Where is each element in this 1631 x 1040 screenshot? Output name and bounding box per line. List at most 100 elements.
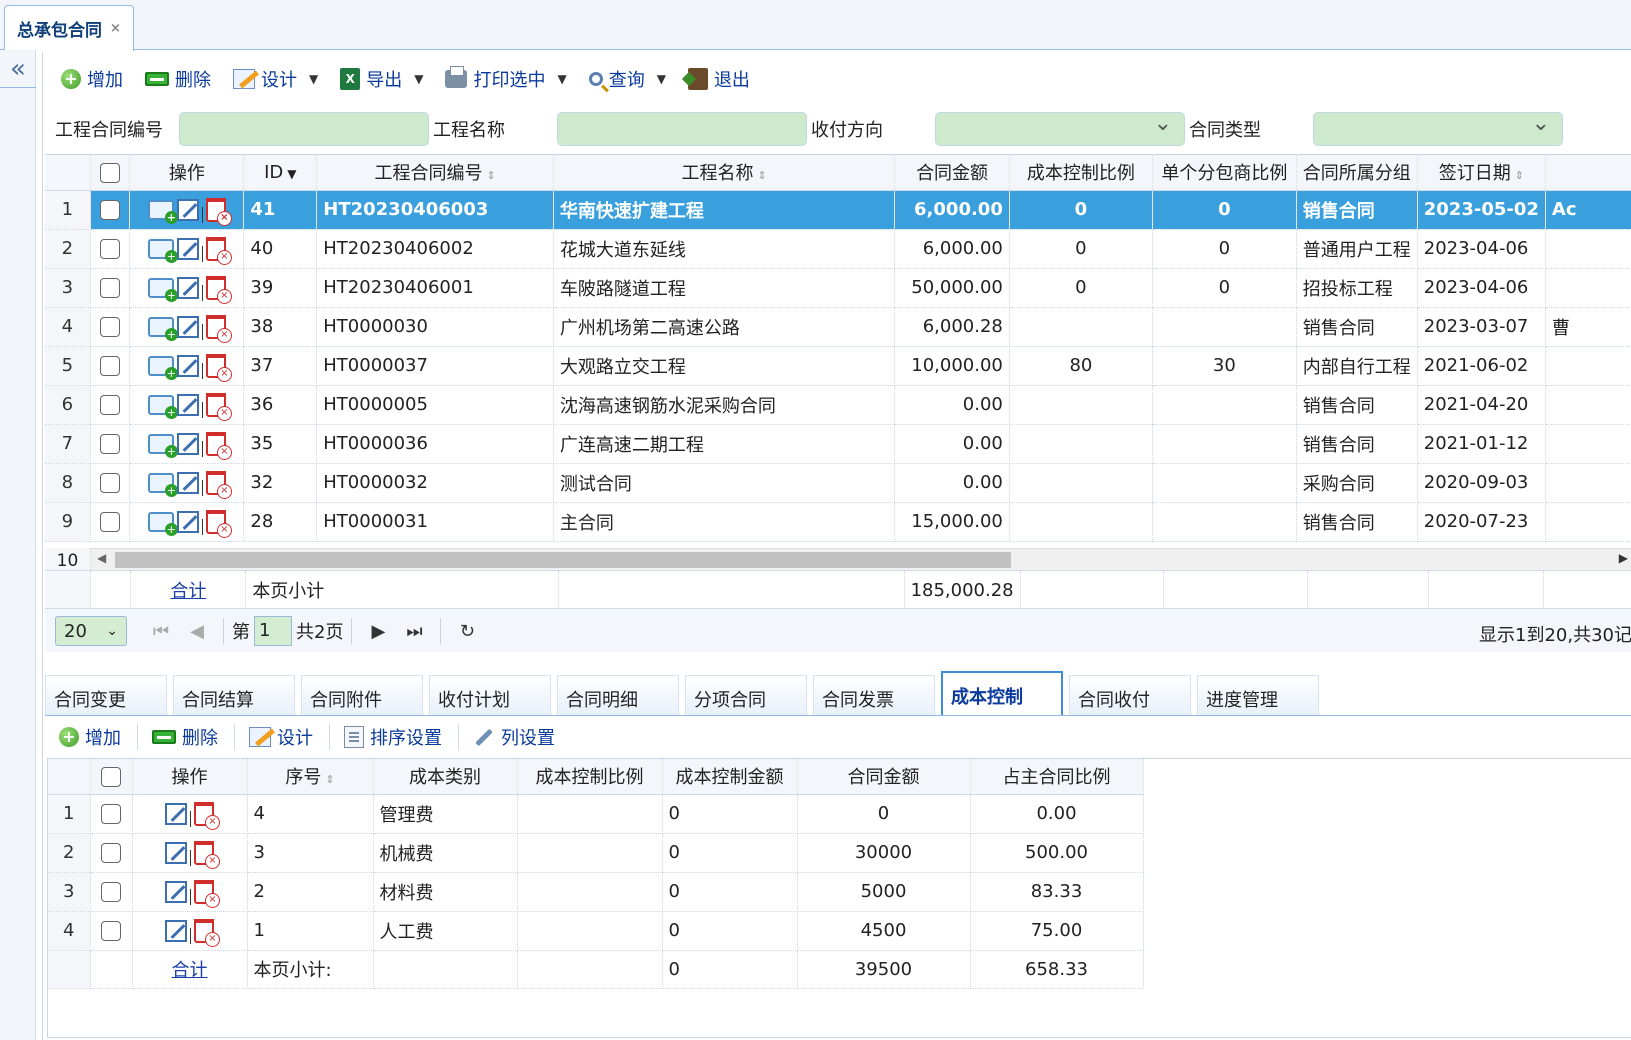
tab-1[interactable]: 合同变更 bbox=[45, 675, 167, 715]
delete-row-icon[interactable] bbox=[194, 879, 220, 908]
scrollbar-thumb[interactable] bbox=[115, 552, 1011, 568]
first-page-icon[interactable]: ⏮ bbox=[143, 621, 179, 642]
row-checkbox-cell[interactable] bbox=[90, 424, 131, 464]
edit-icon[interactable] bbox=[176, 198, 199, 221]
checkbox[interactable] bbox=[101, 921, 121, 941]
cost-col-category[interactable]: 成本类别 bbox=[373, 759, 518, 795]
cost-col-ctrl-amount[interactable]: 成本控制金额 bbox=[662, 759, 798, 795]
detail-delete-button[interactable]: 删除 bbox=[152, 722, 218, 752]
col-header-id[interactable]: ID ▼ bbox=[243, 155, 318, 191]
total-link[interactable]: 合计 bbox=[170, 581, 206, 602]
checkbox[interactable] bbox=[99, 434, 120, 454]
next-page-icon[interactable]: ▶ bbox=[360, 621, 396, 642]
print-selected-button[interactable]: 打印选中 ▼ bbox=[445, 64, 567, 94]
row-checkbox-cell[interactable] bbox=[90, 268, 131, 308]
last-page-icon[interactable]: ⏭ bbox=[396, 621, 432, 642]
tab-10[interactable]: 进度管理 bbox=[1197, 675, 1319, 715]
column-settings-button[interactable]: 列设置 bbox=[473, 722, 555, 752]
table-row[interactable]: 240HT20230406002花城大道东延线6,000.0000普通用户工程2… bbox=[45, 229, 1631, 269]
table-row[interactable]: 2 3机械费 030000500.00 bbox=[48, 833, 1144, 873]
copy-add-icon[interactable] bbox=[147, 394, 178, 419]
prev-page-icon[interactable]: ◀ bbox=[179, 621, 215, 642]
edit-icon[interactable] bbox=[176, 354, 199, 377]
copy-add-icon[interactable] bbox=[147, 238, 178, 263]
export-button[interactable]: X 导出 ▼ bbox=[340, 64, 423, 94]
contract-type-select[interactable] bbox=[1313, 111, 1563, 146]
copy-add-icon[interactable] bbox=[147, 472, 178, 497]
table-row[interactable]: 9 28HT0000031主合同15,000.00 销售合同2020-07-23 bbox=[45, 502, 1631, 542]
project-name-input[interactable] bbox=[557, 112, 807, 146]
detail-add-button[interactable]: + 增加 bbox=[59, 722, 121, 752]
select-all-checkbox[interactable] bbox=[90, 155, 131, 191]
edit-icon[interactable] bbox=[176, 510, 199, 533]
copy-add-icon[interactable] bbox=[147, 433, 178, 458]
cost-total-link[interactable]: 合计 bbox=[172, 960, 208, 981]
table-row[interactable]: 3 2材料费 0500083.33 bbox=[48, 872, 1144, 912]
cost-col-share[interactable]: 占主合同比例 bbox=[970, 759, 1144, 795]
edit-icon[interactable] bbox=[176, 432, 199, 455]
row-checkbox-cell[interactable] bbox=[90, 794, 133, 834]
copy-add-icon[interactable] bbox=[147, 199, 178, 224]
col-header-contract-no[interactable]: 工程合同编号 ⇕ bbox=[316, 155, 554, 191]
edit-icon[interactable] bbox=[176, 315, 199, 338]
tab-6[interactable]: 分项合同 bbox=[685, 675, 807, 715]
tab-2[interactable]: 合同结算 bbox=[173, 675, 295, 715]
row-checkbox-cell[interactable] bbox=[90, 229, 131, 269]
checkbox[interactable] bbox=[99, 239, 120, 259]
checkbox[interactable] bbox=[99, 200, 120, 220]
delete-row-icon[interactable] bbox=[205, 236, 232, 265]
tab-3[interactable]: 合同附件 bbox=[301, 675, 423, 715]
col-header-amount[interactable]: 合同金额 bbox=[894, 155, 1010, 191]
checkbox[interactable] bbox=[99, 317, 120, 337]
checkbox[interactable] bbox=[99, 162, 120, 183]
table-row[interactable]: 4 38HT0000030广州机场第二高速公路6,000.28 销售合同2023-0… bbox=[45, 307, 1631, 347]
col-header-project-name[interactable]: 工程名称 ⇕ bbox=[553, 155, 896, 191]
copy-add-icon[interactable] bbox=[147, 316, 178, 341]
page-number-input[interactable]: 1 bbox=[254, 616, 292, 646]
table-row[interactable]: 7 35HT0000036广连高速二期工程0.00 销售合同2021-01-12 bbox=[45, 424, 1631, 464]
checkbox[interactable] bbox=[101, 804, 121, 824]
design-button[interactable]: 设计 ▼ bbox=[233, 64, 318, 94]
cost-col-amount[interactable]: 合同金额 bbox=[797, 759, 971, 795]
table-row[interactable]: 6 36HT0000005沈海高速钢筋水泥采购合同0.00 销售合同2021-04-… bbox=[45, 385, 1631, 425]
horizontal-scrollbar[interactable]: ◀ ▶ bbox=[91, 548, 1631, 570]
tab-5[interactable]: 合同明细 bbox=[557, 675, 679, 715]
delete-row-icon[interactable] bbox=[205, 431, 232, 460]
delete-row-icon[interactable] bbox=[205, 470, 232, 499]
delete-row-icon[interactable] bbox=[205, 314, 232, 343]
checkbox[interactable] bbox=[99, 512, 120, 532]
edit-icon[interactable] bbox=[176, 393, 199, 416]
tab-7[interactable]: 合同发票 bbox=[813, 675, 935, 715]
table-row[interactable]: 339HT20230406001车陂路隧道工程50,000.0000招投标工程2… bbox=[45, 268, 1631, 308]
edit-icon[interactable] bbox=[165, 919, 187, 942]
page-size-select[interactable]: 20 ⌄ bbox=[55, 616, 127, 646]
col-header-group[interactable]: 合同所属分组 bbox=[1296, 155, 1418, 191]
checkbox[interactable] bbox=[101, 882, 121, 902]
table-row[interactable]: 5 37HT0000037大观路立交工程10,000.008030内部自行工程20… bbox=[45, 346, 1631, 386]
cost-col-ratio[interactable]: 成本控制比例 bbox=[517, 759, 663, 795]
delete-button[interactable]: 删除 bbox=[145, 64, 211, 94]
add-button[interactable]: + 增加 bbox=[61, 64, 123, 94]
close-icon[interactable]: × bbox=[110, 21, 121, 36]
row-checkbox-cell[interactable] bbox=[90, 833, 133, 873]
table-row[interactable]: 8 32HT0000032测试合同0.00 采购合同2020-09-03 bbox=[45, 463, 1631, 503]
tab-general-contract[interactable]: 总承包合同 × bbox=[4, 5, 134, 51]
scroll-right-icon[interactable]: ▶ bbox=[1619, 551, 1628, 565]
edit-icon[interactable] bbox=[165, 841, 187, 864]
refresh-icon[interactable]: ↻ bbox=[449, 621, 485, 642]
copy-add-icon[interactable] bbox=[147, 277, 178, 302]
row-checkbox-cell[interactable] bbox=[90, 307, 131, 347]
row-checkbox-cell[interactable] bbox=[90, 872, 133, 912]
query-button[interactable]: 查询 ▼ bbox=[588, 64, 666, 94]
copy-add-icon[interactable] bbox=[147, 355, 178, 380]
direction-select[interactable] bbox=[935, 111, 1185, 146]
delete-row-icon[interactable] bbox=[194, 801, 220, 830]
row-checkbox-cell[interactable] bbox=[90, 385, 131, 425]
edit-icon[interactable] bbox=[176, 276, 199, 299]
col-header-cost-ratio[interactable]: 成本控制比例 bbox=[1009, 155, 1153, 191]
edit-icon[interactable] bbox=[165, 880, 187, 903]
delete-row-icon[interactable] bbox=[205, 509, 232, 538]
delete-row-icon[interactable] bbox=[205, 353, 232, 382]
delete-row-icon[interactable] bbox=[205, 197, 232, 226]
tab-9[interactable]: 合同收付 bbox=[1069, 675, 1191, 715]
